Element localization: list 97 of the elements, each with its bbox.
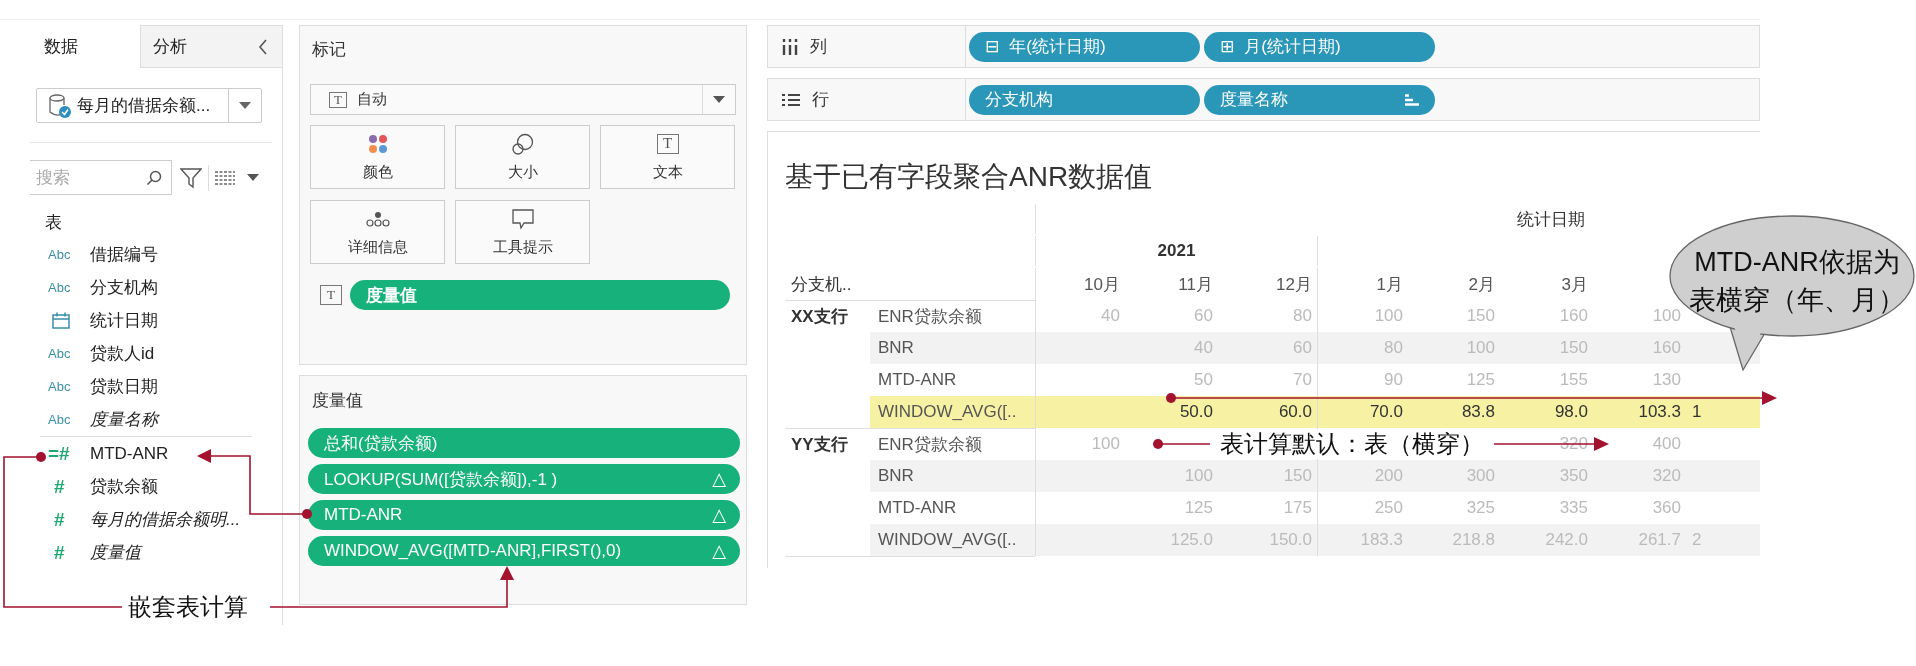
table-cell-text: 160 — [1558, 305, 1589, 327]
shelf-label: 行 — [812, 89, 829, 111]
sort-icon[interactable] — [1405, 93, 1419, 106]
column-header: 11月 — [1177, 273, 1214, 296]
measure-icon: # — [54, 541, 65, 564]
field-name[interactable]: 分支机构 — [90, 276, 158, 299]
field-name[interactable]: 每月的借据余额明... — [90, 508, 241, 531]
field-name[interactable]: 贷款日期 — [90, 375, 158, 398]
mark-type-dropdown[interactable]: T 自动 — [310, 84, 736, 115]
table-cell-text: 400 — [1651, 433, 1682, 455]
filter-icon[interactable] — [180, 166, 202, 189]
size-circles-icon — [511, 132, 534, 155]
row-label: MTD-ANR — [877, 369, 958, 391]
table-cell-text: 155 — [1558, 369, 1589, 391]
row-label: WINDOW_AVG([.. — [870, 524, 1035, 556]
dimension-icon: Abc — [48, 247, 71, 262]
panel-title: 度量值 — [311, 390, 364, 412]
annotation-label: 表计算默认：表（横穿） — [1210, 429, 1494, 459]
table-cell: 70.0 — [1317, 396, 1408, 428]
search-icon — [146, 170, 162, 186]
field-name[interactable]: 度量值 — [90, 541, 141, 564]
dimension-icon: Abc — [48, 379, 71, 394]
detail-dots-icon — [365, 210, 390, 227]
table-cell-text: 60 — [1193, 305, 1214, 327]
delta-icon: △ — [712, 468, 726, 490]
table-cell: 103.3 — [1593, 396, 1686, 428]
calculated-measure-icon: =# — [48, 442, 70, 465]
field-name[interactable]: 贷款人id — [90, 342, 155, 365]
caret-down-icon — [713, 96, 725, 103]
size-mark-button[interactable]: 大小 — [455, 125, 590, 189]
delta-icon: △ — [712, 504, 726, 526]
row-label: BNR — [870, 460, 1035, 492]
callout-text: MTD-ANR依据为 表横穿（年、月） — [1688, 246, 1906, 317]
column-header: 10月 — [1035, 268, 1125, 300]
datasource-dropdown[interactable]: 每月的借据余额... — [36, 88, 262, 123]
delta-icon: △ — [712, 540, 726, 562]
caret-down-icon[interactable] — [247, 174, 259, 181]
list-view-icon[interactable] — [215, 170, 235, 185]
table-cell-text: 70 — [1292, 369, 1313, 391]
field-name[interactable]: MTD-ANR — [90, 443, 169, 464]
table-cell-text: 130 — [1651, 369, 1682, 391]
text-mark-icon: T — [656, 133, 679, 154]
year-header: 2021 — [1035, 236, 1317, 266]
color-mark-button[interactable]: 颜色 — [310, 125, 445, 189]
chart-title: 基于已有字段聚合ANR数据值 — [785, 160, 1154, 194]
dimension-icon: Abc — [48, 346, 71, 361]
detail-mark-button[interactable]: 详细信息 — [310, 200, 445, 264]
field-name[interactable]: 借据编号 — [90, 243, 158, 266]
dimension-icon: Abc — [48, 412, 71, 427]
table-cell-text: 325 — [1465, 497, 1496, 519]
database-icon — [47, 92, 73, 119]
row-header: 分支机.. — [790, 273, 853, 296]
text-mark-icon: T — [329, 91, 347, 108]
table-cell-text: 125 — [1183, 497, 1214, 519]
rows-icon — [782, 92, 800, 107]
table-cell: 98.0 — [1500, 396, 1593, 428]
row-label: MTD-ANR — [877, 497, 958, 519]
table-cell-text: 175 — [1282, 497, 1313, 519]
calendar-icon — [52, 312, 70, 329]
row-header: YY支行 — [785, 428, 870, 460]
tab[interactable]: 分析 — [140, 25, 244, 68]
column-header: 1月 — [1317, 268, 1408, 300]
measure-icon: # — [54, 475, 65, 498]
table-cell-text: 150 — [1465, 305, 1496, 327]
text-mark-button[interactable]: T 文本 — [600, 125, 735, 189]
panel-title: 标记 — [311, 39, 347, 61]
measure-icon: # — [54, 508, 65, 531]
caret-down-icon — [239, 102, 251, 109]
table-cell: 83.8 — [1408, 396, 1500, 428]
table-cell: 60.0 — [1218, 396, 1317, 428]
row-header: XX支行 — [785, 300, 870, 332]
text-mark-icon: T — [320, 285, 342, 305]
field-name[interactable]: 度量名称 — [90, 408, 158, 431]
shelf-label: 列 — [810, 36, 827, 58]
column-header: 12月 — [1275, 273, 1313, 296]
color-dots-icon — [367, 133, 388, 154]
table-cell-text: 50 — [1193, 369, 1214, 391]
search-field[interactable]: 搜索 — [30, 160, 172, 195]
columns-icon — [782, 38, 798, 55]
table-cell-text: 100 — [1651, 305, 1682, 327]
tooltip-icon — [511, 207, 534, 230]
dimension-icon: Abc — [48, 280, 71, 295]
column-header: 3月 — [1560, 273, 1589, 296]
table-cell-text: 125 — [1465, 369, 1496, 391]
column-header: 2月 — [1467, 273, 1496, 296]
table-cell-text: 80 — [1292, 305, 1313, 327]
tooltip-mark-button[interactable]: 工具提示 — [455, 200, 590, 264]
row-label: BNR — [870, 332, 1035, 364]
table-cell: 50.0 — [1125, 396, 1218, 428]
field-name[interactable]: 统计日期 — [90, 309, 158, 332]
row-label: WINDOW_AVG([.. — [870, 396, 1035, 428]
table-cell-text: 360 — [1651, 497, 1682, 519]
section-heading: 表 — [44, 212, 63, 234]
table-cell-text: 335 — [1558, 497, 1589, 519]
table-cell: 1 — [1686, 396, 1760, 428]
chevron-left-icon[interactable] — [258, 38, 268, 55]
field-name[interactable]: 贷款余额 — [90, 475, 158, 498]
